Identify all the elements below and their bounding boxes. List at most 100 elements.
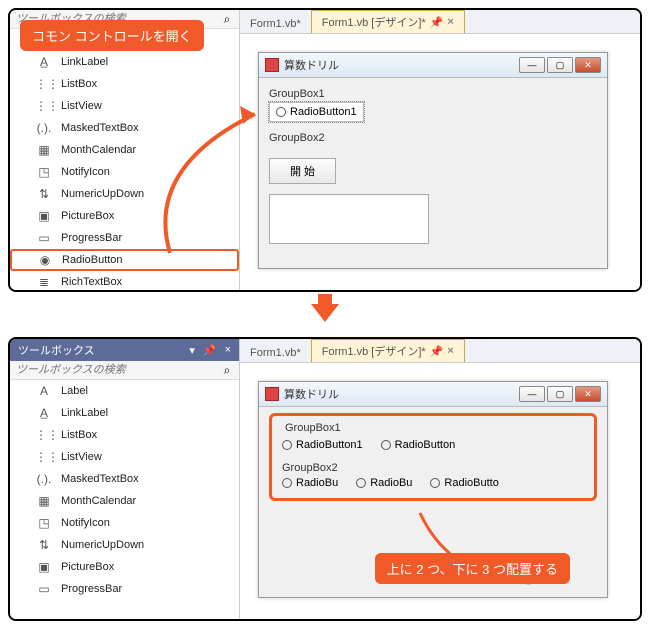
arrow-down-icon [311, 304, 339, 322]
monthcalendar-icon: ▦ [35, 494, 53, 508]
monthcalendar-icon: ▦ [35, 143, 53, 157]
toolbox-item-progressbar[interactable]: ▭ProgressBar [10, 227, 239, 249]
radio-text: RadioButton [395, 439, 456, 451]
tab-form-design[interactable]: Form1.vb [デザイン]* 📌 × [311, 10, 465, 33]
radiobutton-control[interactable]: RadioButton1 [282, 439, 363, 451]
tab-label: Form1.vb [デザイン]* [322, 343, 426, 359]
maskedtextbox-icon: (.). [35, 121, 53, 135]
form-body[interactable]: GroupBox1 RadioButton1 GroupBox2 開 始 [259, 78, 607, 268]
radiobutton-control[interactable]: RadioBu [356, 477, 412, 489]
radiobutton-control[interactable]: RadioButto [430, 477, 498, 489]
toolbox-item-text: ProgressBar [61, 583, 122, 595]
start-button[interactable]: 開 始 [269, 158, 336, 184]
radiobutton-control[interactable]: RadioButton [381, 439, 456, 451]
tab-form-code[interactable]: Form1.vb* [240, 15, 311, 33]
toolbox-item-radiobutton[interactable]: ◉RadioButton [10, 249, 239, 271]
arrow-down-annotation [0, 300, 650, 329]
toolbox-item-maskedtextbox[interactable]: (.). MaskedTextBox [10, 117, 239, 139]
close-icon[interactable]: × [447, 16, 453, 28]
radio-text: RadioButton1 [296, 439, 363, 451]
form-app-icon [265, 387, 279, 401]
toolbox-search-input[interactable] [10, 361, 215, 379]
pin-icon[interactable]: 📌 [203, 344, 217, 357]
callout-placement-instruction: 上に 2 つ、下に 3 つ配置する [375, 553, 570, 584]
radiobutton-control[interactable]: RadioBu [282, 477, 338, 489]
toolbox-item-text: NotifyIcon [61, 517, 110, 529]
linklabel-icon: A̲ [35, 406, 53, 420]
form-window[interactable]: 算数ドリル — ▢ ✕ GroupBox1 RadioButton1 Group… [258, 52, 608, 269]
close-icon[interactable]: × [447, 345, 453, 357]
toolbox-item-picturebox[interactable]: ▣PictureBox [10, 205, 239, 227]
toolbox-item-monthcalendar[interactable]: ▦ MonthCalendar [10, 139, 239, 161]
progressbar-icon: ▭ [35, 582, 53, 596]
toolbox-item-text: RichTextBox [61, 276, 122, 288]
toolbox-item-numericupdown[interactable]: ⇅NumericUpDown [10, 183, 239, 205]
radiobutton1-control[interactable]: RadioButton1 [269, 102, 364, 122]
toolbox-item-text: ListView [61, 451, 102, 463]
toolbox-item-progressbar[interactable]: ▭ ProgressBar [10, 578, 239, 600]
tab-label: Form1.vb* [250, 347, 301, 359]
callout-open-common-controls: コモン コントロールを開く [20, 20, 204, 51]
toolbox-item-listview[interactable]: ⋮⋮ListView [10, 95, 239, 117]
tab-form-design[interactable]: Form1.vb [デザイン]* 📌 × [311, 339, 465, 362]
toolbox-item-listbox[interactable]: ⋮⋮ ListBox [10, 424, 239, 446]
dropdown-icon[interactable]: ▾ [189, 344, 195, 357]
linklabel-icon: A̲ [35, 55, 53, 69]
radio-icon [356, 478, 366, 488]
tab-label: Form1.vb [デザイン]* [322, 14, 426, 30]
toolbox-search-button[interactable]: ⌕ [215, 361, 239, 379]
textbox-control[interactable] [269, 194, 429, 244]
toolbox-item-text: Label [61, 385, 88, 397]
toolbox-item-text: ListBox [61, 78, 97, 90]
toolbox-item-monthcalendar[interactable]: ▦ MonthCalendar [10, 490, 239, 512]
toolbox-item-text: PictureBox [61, 210, 114, 222]
designer-surface[interactable]: 算数ドリル — ▢ ✕ GroupBox1 RadioButton1 [240, 363, 640, 619]
tab-form-code[interactable]: Form1.vb* [240, 344, 311, 362]
toolbox-item-text: ProgressBar [61, 232, 122, 244]
toolbox-item-notifyicon[interactable]: ◳NotifyIcon [10, 512, 239, 534]
maximize-button[interactable]: ▢ [547, 386, 573, 402]
toolbox-item-listview[interactable]: ⋮⋮ListView [10, 446, 239, 468]
toolbox-item-text: MaskedTextBox [61, 473, 139, 485]
toolbox-item-numericupdown[interactable]: ⇅ NumericUpDown [10, 534, 239, 556]
radio-icon [276, 107, 286, 117]
toolbox-item-listbox[interactable]: ⋮⋮ListBox [10, 73, 239, 95]
label-icon: A [35, 384, 53, 398]
toolbox-item-linklabel[interactable]: A̲LinkLabel [10, 402, 239, 424]
bottom-panel: ツールボックス ▾ 📌 × ⌕ ALabel A̲LinkLabel ⋮⋮Lis… [8, 337, 642, 621]
toolbox-item-text: MonthCalendar [61, 495, 136, 507]
numericupdown-icon: ⇅ [35, 538, 53, 552]
toolbox-item-text: ListBox [61, 429, 97, 441]
toolbox-item-maskedtextbox[interactable]: (.).MaskedTextBox [10, 468, 239, 490]
toolbox-item-text: MonthCalendar [61, 144, 136, 156]
listbox-icon: ⋮⋮ [35, 428, 53, 442]
close-button[interactable]: ✕ [575, 386, 601, 402]
pin-icon[interactable]: 📌 [430, 345, 444, 358]
groupbox1-label: GroupBox1 [269, 88, 597, 100]
radio-text: RadioBu [370, 477, 412, 489]
toolbox-list: ALabel A̲LinkLabel ⋮⋮ListBox ⋮⋮ListView … [10, 29, 239, 290]
document-tabs: Form1.vb* Form1.vb [デザイン]* 📌 × [240, 10, 640, 34]
toolbox-search-button[interactable]: ⌕ [215, 10, 239, 28]
maximize-button[interactable]: ▢ [547, 57, 573, 73]
toolbox-item-linklabel[interactable]: A̲LinkLabel [10, 51, 239, 73]
minimize-button[interactable]: — [519, 57, 545, 73]
close-button[interactable]: ✕ [575, 57, 601, 73]
toolbox-list: ALabel A̲LinkLabel ⋮⋮ListBox ⋮⋮ListView … [10, 380, 239, 619]
toolbox-pane: ツールボックス ▾ 📌 × ⌕ ALabel A̲LinkLabel ⋮⋮Lis… [10, 339, 240, 619]
toolbox-item-notifyicon[interactable]: ◳NotifyIcon [10, 161, 239, 183]
radio-icon [282, 478, 292, 488]
picturebox-icon: ▣ [35, 560, 53, 574]
toolbox-titlebar: ツールボックス ▾ 📌 × [10, 339, 239, 361]
designer-surface[interactable]: 算数ドリル — ▢ ✕ GroupBox1 RadioButton1 Group… [240, 34, 640, 290]
close-icon[interactable]: × [225, 344, 231, 357]
toolbox-item-picturebox[interactable]: ▣PictureBox [10, 556, 239, 578]
form-title-text: 算数ドリル [284, 386, 339, 402]
minimize-button[interactable]: — [519, 386, 545, 402]
toolbox-item-label[interactable]: A Label [10, 380, 239, 402]
designer-pane: Form1.vb* Form1.vb [デザイン]* 📌 × 算数ドリル — ▢… [240, 10, 640, 290]
pin-icon[interactable]: 📌 [430, 16, 444, 29]
toolbox-item-richtextbox[interactable]: ≣RichTextBox [10, 271, 239, 290]
toolbox-item-text: MaskedTextBox [61, 122, 139, 134]
toolbox-item-text: NumericUpDown [61, 539, 144, 551]
